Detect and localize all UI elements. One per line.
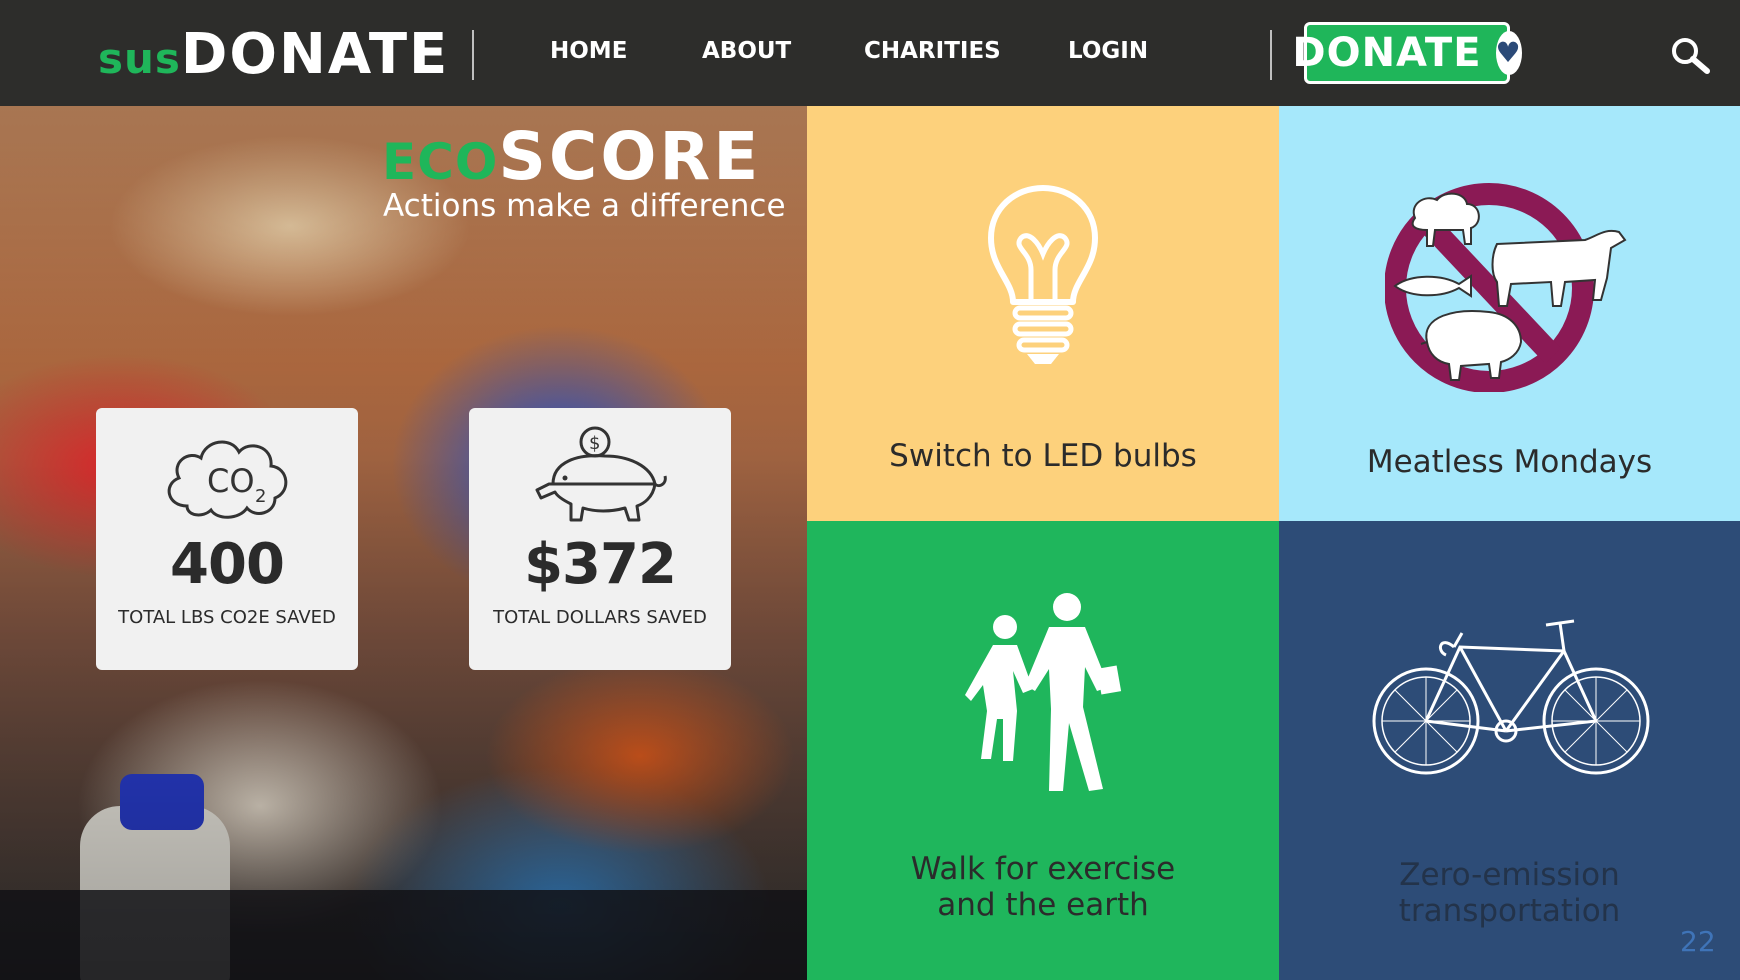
tile-walk[interactable]: Walk for exercise and the earth [807,521,1279,980]
nav-charities[interactable]: CHARITIES [864,38,1001,64]
ecoscore-score: SCORE [498,118,762,195]
logo-donate: DONATE [180,22,450,87]
stat-label: TOTAL DOLLARS SAVED [493,607,707,628]
tile-label-line1: Walk for exercise [910,851,1176,887]
donate-button[interactable]: DONATE ♥ [1292,22,1522,84]
nav-divider [472,30,474,80]
lightbulb-icon [988,185,1098,364]
ecoscore-title: ECOSCORE [382,118,761,195]
bicycle-icon [1372,619,1649,775]
ecoscore-eco: ECO [382,133,499,191]
heart-icon: ♥ [1495,31,1522,75]
susdonate-logo[interactable]: sus DONATE [98,22,449,87]
tile-label-line2: transportation [1398,893,1621,929]
co2-cloud-icon: CO 2 [167,440,288,519]
page-number: 22 [1680,925,1716,958]
nav-divider [1270,30,1272,80]
stat-card-co2: CO 2 400 TOTAL LBS CO2E SAVED [96,408,358,670]
nav-home[interactable]: HOME [550,38,627,64]
tile-meatless-mondays[interactable]: Meatless Mondays [1279,106,1740,521]
top-nav-bar: sus DONATE HOME ABOUT CHARITIES LOGIN DO… [0,0,1740,106]
donate-button-label: DONATE [1292,30,1482,76]
no-meat-icon [1384,183,1626,392]
co2-text: CO [207,462,255,500]
nav-about[interactable]: ABOUT [702,38,791,64]
stat-value: 400 [170,532,285,597]
tile-zero-emission[interactable]: Zero-emission transportation [1279,521,1740,980]
tile-label: Meatless Mondays [1366,444,1653,480]
stat-card-dollars: $ $372 TOTAL DOLLARS SAVED [469,408,731,670]
coin-dollar: $ [589,433,600,454]
tile-led-bulbs[interactable]: Switch to LED bulbs [807,106,1279,521]
walking-people-icon [965,593,1122,791]
piggy-bank-icon: $ [535,426,667,522]
logo-sus: sus [98,34,181,83]
nav-login[interactable]: LOGIN [1068,38,1148,64]
tagline: Actions make a difference [383,188,786,224]
stat-value: $372 [524,532,677,597]
search-icon[interactable] [1670,36,1710,76]
tile-label: Walk for exercise and the earth [911,851,1176,923]
tile-label-line1: Zero-emission [1399,857,1620,893]
tile-label: Zero-emission transportation [1399,857,1621,929]
stat-label: TOTAL LBS CO2E SAVED [118,607,336,628]
tile-label-line2: and the earth [937,887,1149,923]
tile-label: Switch to LED bulbs [889,438,1197,474]
co2-subscript: 2 [255,486,266,507]
